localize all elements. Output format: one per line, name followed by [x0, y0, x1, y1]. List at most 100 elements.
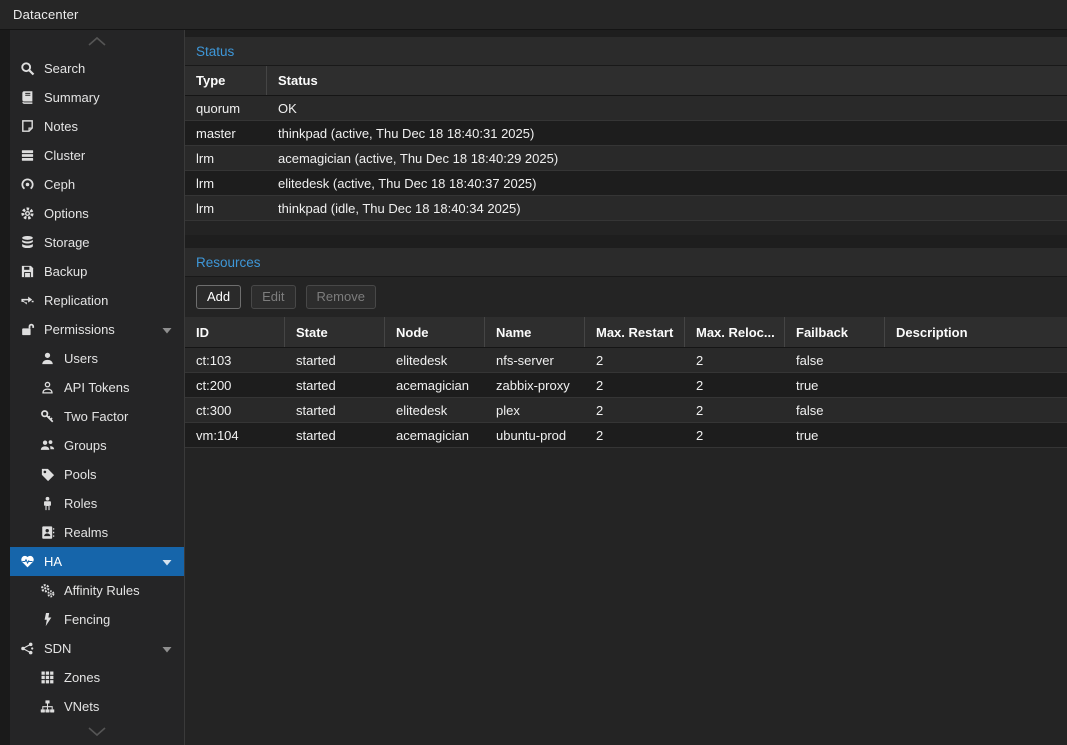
resources-row[interactable]: ct:200startedacemagicianzabbix-proxy22tr…: [185, 373, 1067, 398]
sidebar-tree: SearchSummaryNotesClusterCephOptionsStor…: [10, 30, 184, 745]
sidebar-item-search[interactable]: Search: [10, 54, 184, 83]
caret-down-icon[interactable]: [160, 324, 176, 336]
caret-down-icon[interactable]: [160, 643, 176, 655]
sidebar-item-realms[interactable]: Realms: [10, 518, 184, 547]
status-section-title: Status: [196, 44, 234, 59]
resources-cell-id: ct:300: [185, 398, 285, 422]
sidebar-item-notes[interactable]: Notes: [10, 112, 184, 141]
sidebar-item-users[interactable]: Users: [10, 344, 184, 373]
resources-cell-max-restart: 2: [585, 373, 685, 397]
resources-column-max-reloc-[interactable]: Max. Reloc...: [685, 317, 785, 347]
resources-toolbar: Add Edit Remove: [185, 277, 1067, 317]
resources-cell-max-relocate: 2: [685, 398, 785, 422]
status-column-type[interactable]: Type: [185, 66, 267, 95]
search-icon: [19, 61, 36, 76]
cluster-icon: [19, 148, 36, 163]
sidebar-item-label: Backup: [44, 264, 184, 279]
sidebar-item-ha[interactable]: HA: [10, 547, 184, 576]
resources-column-name[interactable]: Name: [485, 317, 585, 347]
bolt-icon: [39, 612, 56, 627]
sidebar-item-affinity-rules[interactable]: Affinity Rules: [10, 576, 184, 605]
replication-icon: [19, 293, 36, 308]
grid-icon: [39, 670, 56, 685]
content: SearchSummaryNotesClusterCephOptionsStor…: [0, 30, 1067, 745]
resources-cell-node: acemagician: [385, 423, 485, 447]
sidebar-item-label: Fencing: [64, 612, 184, 627]
sidebar-item-cluster[interactable]: Cluster: [10, 141, 184, 170]
resources-column-failback[interactable]: Failback: [785, 317, 885, 347]
status-row[interactable]: masterthinkpad (active, Thu Dec 18 18:40…: [185, 121, 1067, 146]
status-row[interactable]: lrmelitedesk (active, Thu Dec 18 18:40:3…: [185, 171, 1067, 196]
sidebar-item-options[interactable]: Options: [10, 199, 184, 228]
resources-column-node[interactable]: Node: [385, 317, 485, 347]
sidebar-item-ceph[interactable]: Ceph: [10, 170, 184, 199]
edit-button: Edit: [251, 285, 295, 309]
page-title: Datacenter: [13, 7, 79, 22]
sidebar-item-api-tokens[interactable]: API Tokens: [10, 373, 184, 402]
status-table-body: quorumOKmasterthinkpad (active, Thu Dec …: [185, 96, 1067, 221]
add-button[interactable]: Add: [196, 285, 241, 309]
resources-table-body: ct:103startedelitedesknfs-server22falsec…: [185, 348, 1067, 448]
gears-icon: [39, 583, 56, 598]
resources-cell-id: ct:103: [185, 348, 285, 372]
person-icon: [39, 496, 56, 511]
resources-cell-failback: false: [785, 398, 885, 422]
resources-cell-id: vm:104: [185, 423, 285, 447]
sidebar-item-vnets[interactable]: VNets: [10, 692, 184, 721]
sidebar-item-pools[interactable]: Pools: [10, 460, 184, 489]
status-row[interactable]: lrmacemagician (active, Thu Dec 18 18:40…: [185, 146, 1067, 171]
resources-row[interactable]: ct:300startedelitedeskplex22false: [185, 398, 1067, 423]
sidebar-item-label: VNets: [64, 699, 184, 714]
tree-scroll-up[interactable]: [10, 30, 184, 54]
sidebar-item-sdn[interactable]: SDN: [10, 634, 184, 663]
status-section-header: Status: [185, 37, 1067, 66]
tag-icon: [39, 467, 56, 482]
resources-cell-max-restart: 2: [585, 348, 685, 372]
status-table-header: TypeStatus: [185, 66, 1067, 96]
resources-column-id[interactable]: ID: [185, 317, 285, 347]
resources-column-state[interactable]: State: [285, 317, 385, 347]
sidebar: SearchSummaryNotesClusterCephOptionsStor…: [0, 30, 185, 745]
sidebar-item-storage[interactable]: Storage: [10, 228, 184, 257]
main-panel: Status TypeStatus quorumOKmasterthinkpad…: [185, 30, 1067, 745]
sidebar-item-roles[interactable]: Roles: [10, 489, 184, 518]
resources-cell-id: ct:200: [185, 373, 285, 397]
resources-section-title: Resources: [196, 255, 261, 270]
sidebar-item-fencing[interactable]: Fencing: [10, 605, 184, 634]
caret-down-icon[interactable]: [160, 556, 176, 568]
key-icon: [39, 409, 56, 424]
unlock-icon: [19, 322, 36, 337]
resources-cell-name: ubuntu-prod: [485, 423, 585, 447]
sidebar-gutter: [0, 30, 10, 745]
status-row[interactable]: lrmthinkpad (idle, Thu Dec 18 18:40:34 2…: [185, 196, 1067, 221]
resources-cell-description: [885, 423, 1067, 447]
resources-row[interactable]: ct:103startedelitedesknfs-server22false: [185, 348, 1067, 373]
resources-row[interactable]: vm:104startedacemagicianubuntu-prod22tru…: [185, 423, 1067, 448]
sidebar-item-replication[interactable]: Replication: [10, 286, 184, 315]
sidebar-item-permissions[interactable]: Permissions: [10, 315, 184, 344]
status-cell-type: lrm: [185, 171, 267, 195]
sidebar-item-groups[interactable]: Groups: [10, 431, 184, 460]
ceph-icon: [19, 177, 36, 192]
sidebar-item-label: Users: [64, 351, 184, 366]
resources-column-max-restart[interactable]: Max. Restart: [585, 317, 685, 347]
sidebar-item-summary[interactable]: Summary: [10, 83, 184, 112]
status-cell-type: lrm: [185, 196, 267, 220]
sdn-icon: [19, 641, 36, 656]
sitemap-icon: [39, 699, 56, 714]
status-column-status[interactable]: Status: [267, 66, 1067, 95]
status-section: Status TypeStatus quorumOKmasterthinkpad…: [185, 37, 1067, 235]
resources-cell-node: elitedesk: [385, 348, 485, 372]
status-cell-status: thinkpad (idle, Thu Dec 18 18:40:34 2025…: [267, 196, 1067, 220]
status-row[interactable]: quorumOK: [185, 96, 1067, 121]
status-cell-type: lrm: [185, 146, 267, 170]
sidebar-item-label: Zones: [64, 670, 184, 685]
resources-cell-description: [885, 373, 1067, 397]
resources-column-description[interactable]: Description: [885, 317, 1067, 347]
tree-scroll-down[interactable]: [10, 721, 184, 745]
sidebar-item-two-factor[interactable]: Two Factor: [10, 402, 184, 431]
sidebar-item-zones[interactable]: Zones: [10, 663, 184, 692]
users-icon: [39, 438, 56, 453]
sidebar-item-label: Groups: [64, 438, 184, 453]
sidebar-item-backup[interactable]: Backup: [10, 257, 184, 286]
